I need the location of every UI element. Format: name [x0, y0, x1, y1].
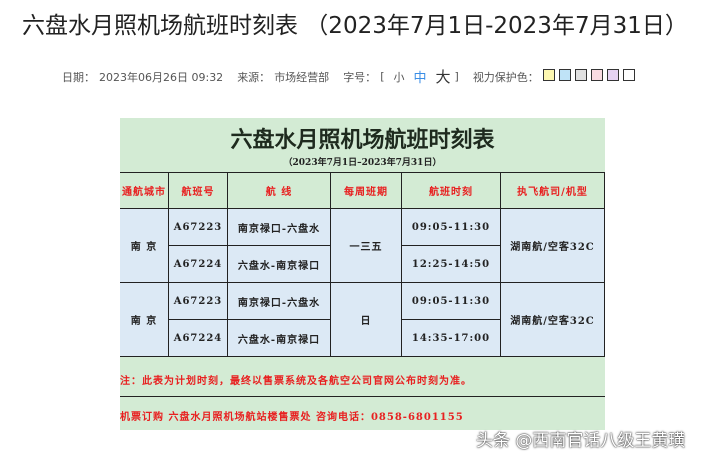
color-swatch[interactable] [574, 69, 587, 81]
schedule-subtitle: （2023年7月1日–2023年7月31日） [283, 158, 442, 168]
route-cell: 六盘水-南京禄口 [228, 246, 331, 283]
date: 2023年06月26日 09:32 [99, 70, 224, 84]
flight-number-cell: A67224 [169, 320, 228, 357]
source: 市场经营部 [274, 70, 330, 84]
flight-number-cell: A67223 [169, 283, 228, 320]
time-cell: 09:05-11:30 [402, 283, 501, 320]
city-cell: 南 京 [120, 283, 169, 357]
color-swatch[interactable] [606, 69, 619, 81]
article-meta: 日期： 2023年06月26日 09:32 来源： 市场经营部 字号： [ 小 … [62, 66, 643, 87]
column-header: 航 线 [228, 172, 331, 209]
schedule-note: 注：此表为计划时刻，最终以售票系统及各航空公司官网公布时刻为准。 [120, 376, 472, 387]
column-header: 航班时刻 [402, 172, 501, 209]
flight-number-cell: A67223 [169, 209, 228, 246]
weekdays-cell: 一三五 [331, 209, 402, 283]
time-cell: 14:35-17:00 [402, 320, 501, 357]
route-cell: 六盘水-南京禄口 [228, 320, 331, 357]
city-cell: 南 京 [120, 209, 169, 283]
column-header: 通航城市 [120, 172, 169, 209]
carrier-cell: 湖南航/空客32C [501, 209, 605, 283]
color-swatch[interactable] [542, 69, 555, 81]
route-cell: 南京禄口-六盘水 [228, 209, 331, 246]
carrier-cell: 湖南航/空客32C [501, 283, 605, 357]
font-large-button[interactable]: 大 [436, 66, 451, 87]
bracket: [ [380, 70, 385, 83]
color-swatches [542, 69, 639, 84]
date-label: 日期： [62, 70, 95, 84]
fontsize-label: 字号： [343, 70, 377, 84]
time-cell: 09:05-11:30 [402, 209, 501, 246]
eye-care-label: 视力保护色： [472, 70, 539, 84]
color-swatch[interactable] [590, 69, 603, 81]
weekdays-cell: 日 [331, 283, 402, 357]
column-header: 航班号 [169, 172, 228, 209]
flight-number-cell: A67224 [169, 246, 228, 283]
color-swatch[interactable] [622, 69, 635, 81]
column-header: 执飞航司/机型 [501, 172, 605, 209]
column-header: 每周班期 [331, 172, 402, 209]
color-swatch[interactable] [558, 69, 571, 81]
bracket: ] [454, 70, 459, 83]
font-medium-button[interactable]: 中 [413, 67, 426, 86]
watermark: 头条 @西南官话八级王黄璜 [476, 431, 686, 451]
contact-info: 机票订购 六盘水月照机场航站楼售票处 咨询电话：0858-6801155 [120, 412, 464, 423]
source-label: 来源： [237, 70, 271, 84]
schedule-image: 六盘水月照机场航班时刻表 （2023年7月1日–2023年7月31日） 通航城市… [120, 118, 605, 430]
article-title: 六盘水月照机场航班时刻表 （2023年7月1日-2023年7月31日） [22, 13, 688, 39]
time-cell: 12:25-14:50 [402, 246, 501, 283]
schedule-title: 六盘水月照机场航班时刻表 [230, 127, 495, 153]
font-small-button[interactable]: 小 [393, 69, 404, 85]
route-cell: 南京禄口-六盘水 [228, 283, 331, 320]
divider [120, 396, 605, 397]
